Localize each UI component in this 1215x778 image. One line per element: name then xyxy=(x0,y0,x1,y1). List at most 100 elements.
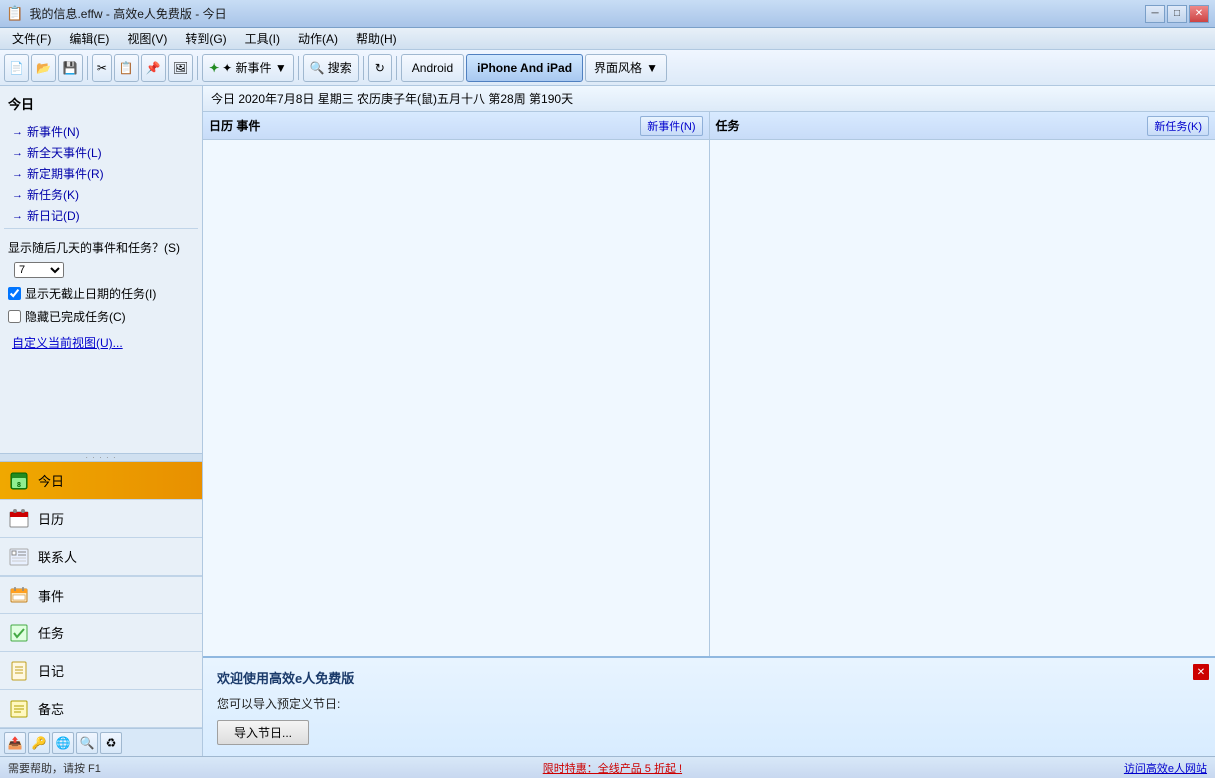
dropdown-arrow: ▼ xyxy=(646,61,658,75)
memo-icon xyxy=(8,698,30,720)
menu-edit[interactable]: 编辑(E) xyxy=(61,28,117,49)
welcome-panel: 欢迎使用高效e人免费版 您可以导入预定义节日: 导入节日... ✕ xyxy=(203,656,1215,756)
new-task-header-btn[interactable]: 新任务(K) xyxy=(1147,116,1209,136)
sidebar-settings: 显示随后几天的事件和任务？(S) 7 3 14 30 显示无截止日期的任务(I)… xyxy=(4,228,198,361)
title-controls: ─ □ ✕ xyxy=(1145,5,1209,23)
toolbar-open-btn[interactable]: 📂 xyxy=(31,54,56,82)
checkbox-no-deadline-input[interactable] xyxy=(8,287,21,300)
tab-android[interactable]: Android xyxy=(401,54,464,82)
close-welcome-btn[interactable]: ✕ xyxy=(1193,664,1209,680)
toolbar-copy-btn[interactable]: 📋 xyxy=(114,54,139,82)
tasks-title: 任务 xyxy=(716,117,740,134)
menu-goto[interactable]: 转到(G) xyxy=(177,28,234,49)
menu-tools[interactable]: 工具(I) xyxy=(237,28,288,49)
nav-memo[interactable]: 备忘 xyxy=(0,690,202,728)
title-left: 📋 我的信息.effw - 高效e人免费版 - 今日 xyxy=(6,5,227,22)
sidebar-links: 新事件(N) 新全天事件(L) 新定期事件(R) 新任务(K) 新日记(D) xyxy=(4,119,198,228)
toolbar-new-btn[interactable]: 📄 xyxy=(4,54,29,82)
contacts-icon xyxy=(8,546,30,568)
sb-tool-web[interactable]: 🌐 xyxy=(52,732,74,754)
toolbar-cut-btn[interactable]: ✂ xyxy=(92,54,112,82)
nav-tasks[interactable]: 任务 xyxy=(0,614,202,652)
maximize-button[interactable]: □ xyxy=(1167,5,1187,23)
checkbox-no-deadline-label: 显示无截止日期的任务(I) xyxy=(25,285,156,302)
menu-bar: 文件(F) 编辑(E) 视图(V) 转到(G) 工具(I) 动作(A) 帮助(H… xyxy=(0,28,1215,50)
table-area: 日历 事件 新事件(N) 任务 新任务(K) xyxy=(203,112,1215,656)
nav-diary-label: 日记 xyxy=(38,661,64,680)
new-event-icon: ✦ xyxy=(209,61,219,75)
sb-tool-refresh[interactable]: ♻ xyxy=(100,732,122,754)
sidebar-resize-handle[interactable]: · · · · · xyxy=(0,453,202,461)
sidebar: 今日 新事件(N) 新全天事件(L) 新定期事件(R) 新任务(K) 新日记(D… xyxy=(0,86,203,756)
close-button[interactable]: ✕ xyxy=(1189,5,1209,23)
new-event-label: ✦ 新事件 ▼ xyxy=(222,59,287,76)
checkbox-no-deadline: 显示无截止日期的任务(I) xyxy=(8,282,194,305)
welcome-title: 欢迎使用高效e人免费版 xyxy=(217,668,1201,687)
main-layout: 今日 新事件(N) 新全天事件(L) 新定期事件(R) 新任务(K) 新日记(D… xyxy=(0,86,1215,756)
status-promo[interactable]: 限时特惠：全线产品 5 折起 ! xyxy=(543,760,682,776)
days-select[interactable]: 7 3 14 30 xyxy=(14,262,64,278)
events-body xyxy=(203,140,709,656)
sb-tool-search[interactable]: 🔍 xyxy=(76,732,98,754)
checkbox-hide-done-input[interactable] xyxy=(8,310,21,323)
import-btn[interactable]: 导入节日... xyxy=(217,720,309,745)
title-text: 我的信息.effw - 高效e人免费版 - 今日 xyxy=(29,5,226,22)
sidebar-bottom-toolbar: 📤 🔑 🌐 🔍 ♻ xyxy=(0,728,202,756)
toolbar-search-btn[interactable]: 🔍 搜索 xyxy=(303,54,359,82)
events-header: 日历 事件 新事件(N) xyxy=(203,112,709,140)
nav-calendar-label: 日历 xyxy=(38,509,64,528)
toolbar-new-event-btn[interactable]: ✦ ✦ 新事件 ▼ xyxy=(202,54,294,82)
sidebar-link-new-recurring[interactable]: 新定期事件(R) xyxy=(4,163,198,184)
sidebar-link-new-event[interactable]: 新事件(N) xyxy=(4,121,198,142)
today-icon: 8 xyxy=(8,470,30,492)
sidebar-top: 今日 新事件(N) 新全天事件(L) 新定期事件(R) 新任务(K) 新日记(D… xyxy=(0,86,202,453)
nav-memo-label: 备忘 xyxy=(38,699,64,718)
tab-iphone[interactable]: iPhone And iPad xyxy=(466,54,583,82)
style-label: 界面风格 xyxy=(594,59,642,76)
nav-contacts-label: 联系人 xyxy=(38,547,77,566)
toolbar-sep4 xyxy=(363,56,364,80)
search-label: 搜索 xyxy=(328,59,352,76)
menu-help[interactable]: 帮助(H) xyxy=(348,28,405,49)
content-header-text: 今日 2020年7月8日 星期三 农历庚子年(鼠)五月十八 第28周 第190天 xyxy=(211,90,573,107)
checkbox-hide-done-label: 隐藏已完成任务(C) xyxy=(25,308,126,325)
nav-contacts[interactable]: 联系人 xyxy=(0,538,202,576)
new-event-header-btn[interactable]: 新事件(N) xyxy=(640,116,702,136)
menu-file[interactable]: 文件(F) xyxy=(4,28,59,49)
toolbar-refresh-btn[interactable]: ↻ xyxy=(368,54,392,82)
search-icon: 🔍 xyxy=(310,61,325,75)
status-bar: 需要帮助，请按 F1 限时特惠：全线产品 5 折起 ! 访问高效e人网站 xyxy=(0,756,1215,778)
title-bar: 📋 我的信息.effw - 高效e人免费版 - 今日 ─ □ ✕ xyxy=(0,0,1215,28)
sb-tool-export[interactable]: 📤 xyxy=(4,732,26,754)
app-icon: 📋 xyxy=(6,5,23,22)
sidebar-title: 今日 xyxy=(4,90,198,119)
status-website-link[interactable]: 访问高效e人网站 xyxy=(1124,760,1207,776)
nav-today[interactable]: 8 今日 xyxy=(0,462,202,500)
sb-tool-key[interactable]: 🔑 xyxy=(28,732,50,754)
tasks-panel: 任务 新任务(K) xyxy=(710,112,1215,656)
menu-view[interactable]: 视图(V) xyxy=(119,28,175,49)
tab-style[interactable]: 界面风格 ▼ xyxy=(585,54,667,82)
nav-diary[interactable]: 日记 xyxy=(0,652,202,690)
toolbar-img-btn[interactable]: 🖼 xyxy=(168,54,193,82)
toolbar-sep5 xyxy=(396,56,397,80)
menu-action[interactable]: 动作(A) xyxy=(290,28,346,49)
sidebar-link-new-allday[interactable]: 新全天事件(L) xyxy=(4,142,198,163)
nav-calendar[interactable]: 日历 xyxy=(0,500,202,538)
customize-link[interactable]: 自定义当前视图(U)... xyxy=(8,328,194,355)
sidebar-link-new-task[interactable]: 新任务(K) xyxy=(4,184,198,205)
minimize-button[interactable]: ─ xyxy=(1145,5,1165,23)
sidebar-link-new-diary[interactable]: 新日记(D) xyxy=(4,205,198,226)
events-icon xyxy=(8,584,30,606)
toolbar-paste-btn[interactable]: 📌 xyxy=(141,54,166,82)
toolbar-save-btn[interactable]: 💾 xyxy=(58,54,83,82)
welcome-text: 您可以导入预定义节日: xyxy=(217,695,1201,712)
svg-text:8: 8 xyxy=(17,482,21,489)
nav-events[interactable]: 事件 xyxy=(0,576,202,614)
tasks-body xyxy=(710,140,1215,656)
nav-events-label: 事件 xyxy=(38,586,64,605)
days-setting-label: 显示随后几天的事件和任务？(S) xyxy=(8,235,194,260)
events-title: 日历 事件 xyxy=(209,117,260,134)
checkbox-hide-done: 隐藏已完成任务(C) xyxy=(8,305,194,328)
nav-today-label: 今日 xyxy=(38,471,64,490)
